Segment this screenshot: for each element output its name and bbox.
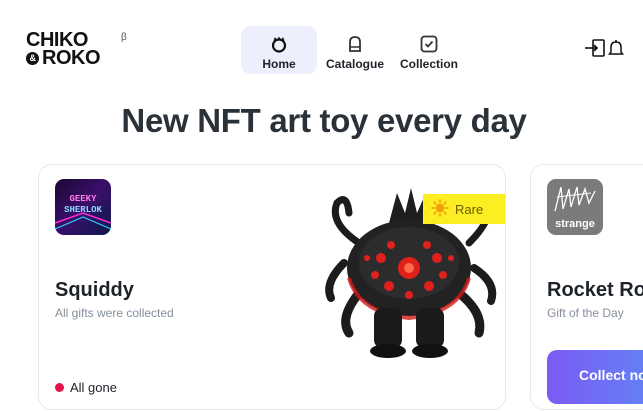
collect-now-button[interactable]: Collect no: [547, 350, 643, 404]
rarity-badge: Rare: [423, 194, 505, 224]
avatar-label: strange: [555, 218, 595, 230]
avatar-text-line1: GEEKY: [69, 194, 97, 204]
nft-card-rocket[interactable]: strange Rocket Ro Gift of the Day Collec…: [530, 164, 643, 410]
nav-collection-label: Collection: [399, 57, 458, 71]
rarity-label: Rare: [455, 201, 484, 217]
bell-icon[interactable]: [608, 38, 624, 63]
nav-catalogue[interactable]: Catalogue: [323, 26, 387, 74]
chiko-roko-logo[interactable]: CHIKO & ROKO β: [26, 30, 136, 70]
logo-text-roko: & ROKO: [26, 47, 101, 69]
card-subtitle: All gifts were collected: [55, 306, 174, 320]
artist-avatar-strange[interactable]: strange: [547, 179, 603, 235]
header-actions: [584, 38, 624, 63]
status-text: All gone: [70, 380, 117, 395]
top-header: CHIKO & ROKO β Home Catalogue Collection: [0, 0, 643, 90]
scribble-art-icon: [554, 186, 596, 212]
card-subtitle: Gift of the Day: [547, 306, 624, 320]
artist-avatar-geeky-sherlok[interactable]: GEEKY SHERLOK: [55, 179, 111, 235]
logo-roko-word: ROKO: [42, 47, 101, 69]
collection-icon: [419, 34, 439, 54]
logo-ampersand: &: [26, 52, 39, 66]
home-icon: [269, 34, 289, 54]
nav-collection[interactable]: Collection: [393, 26, 465, 74]
card-title[interactable]: Rocket Ro: [547, 279, 643, 302]
beta-marker: β: [121, 32, 127, 43]
nav-catalogue-label: Catalogue: [325, 57, 384, 71]
status-dot: [55, 383, 64, 392]
card-title[interactable]: Squiddy: [55, 279, 134, 302]
login-icon[interactable]: [584, 38, 606, 63]
avatar-text-line2: SHERLOK: [64, 205, 102, 215]
sun-icon: [431, 198, 449, 220]
nav-home[interactable]: Home: [241, 26, 317, 74]
nav-home-label: Home: [262, 57, 296, 71]
page-headline: New NFT art toy every day: [121, 102, 527, 139]
nft-card-squiddy[interactable]: GEEKY SHERLOK Squiddy All gifts were col…: [38, 164, 506, 410]
main-nav: Home Catalogue Collection: [241, 26, 465, 74]
catalogue-icon: [345, 34, 365, 54]
availability-status: All gone: [55, 380, 117, 395]
